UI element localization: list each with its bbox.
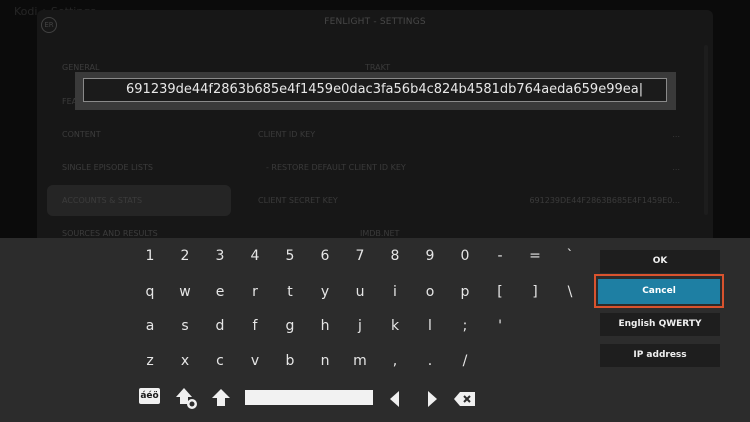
key[interactable]: v — [240, 348, 270, 374]
key[interactable]: x — [170, 348, 200, 374]
cursor-right-key[interactable] — [419, 387, 445, 411]
key[interactable]: m — [345, 348, 375, 374]
key[interactable]: i — [380, 279, 410, 305]
special-chars-icon: áéö — [139, 388, 160, 404]
special-chars-key[interactable]: áéö — [137, 386, 163, 408]
key[interactable]: b — [275, 348, 305, 374]
key[interactable]: k — [380, 313, 410, 339]
key[interactable]: t — [275, 279, 305, 305]
key[interactable]: n — [310, 348, 340, 374]
key[interactable]: d — [205, 313, 235, 339]
dim-overlay — [0, 0, 750, 238]
key[interactable]: . — [415, 348, 445, 374]
input-panel: 691239de44f2863b685e4f1459e0dac3fa56b4c8… — [75, 72, 676, 110]
key[interactable]: ' — [485, 313, 515, 339]
keyboard-input[interactable]: 691239de44f2863b685e4f1459e0dac3fa56b4c8… — [83, 78, 667, 102]
key[interactable]: z — [135, 348, 165, 374]
key[interactable]: h — [310, 313, 340, 339]
key[interactable]: u — [345, 279, 375, 305]
key[interactable]: ` — [555, 243, 585, 269]
ip-address-button[interactable]: IP address — [600, 344, 720, 367]
cancel-button[interactable]: Cancel — [598, 279, 720, 304]
symbols-key[interactable] — [174, 386, 200, 410]
key[interactable]: , — [380, 348, 410, 374]
key[interactable]: 9 — [415, 243, 445, 269]
key[interactable]: r — [240, 279, 270, 305]
key[interactable]: 3 — [205, 243, 235, 269]
key[interactable]: g — [275, 313, 305, 339]
key[interactable]: j — [345, 313, 375, 339]
shift-key[interactable] — [208, 386, 234, 410]
arrow-left-icon — [390, 391, 399, 407]
shift-arrow-icon — [212, 389, 230, 406]
key[interactable]: p — [450, 279, 480, 305]
key[interactable]: s — [170, 313, 200, 339]
key[interactable]: 0 — [450, 243, 480, 269]
key[interactable]: o — [415, 279, 445, 305]
layout-button[interactable]: English QWERTY — [600, 313, 720, 336]
key[interactable]: 7 — [345, 243, 375, 269]
key[interactable]: [ — [485, 279, 515, 305]
key[interactable]: 6 — [310, 243, 340, 269]
backspace-icon — [454, 392, 475, 406]
arrow-right-icon — [428, 391, 437, 407]
key[interactable]: 8 — [380, 243, 410, 269]
key[interactable]: \ — [555, 279, 585, 305]
key[interactable]: w — [170, 279, 200, 305]
symbols-shift-icon — [176, 388, 197, 409]
key[interactable]: 1 — [135, 243, 165, 269]
ok-button[interactable]: OK — [600, 250, 720, 273]
key[interactable]: 4 — [240, 243, 270, 269]
key[interactable]: y — [310, 279, 340, 305]
backspace-key[interactable] — [452, 387, 478, 411]
key[interactable]: f — [240, 313, 270, 339]
key[interactable]: ] — [520, 279, 550, 305]
key[interactable]: e — [205, 279, 235, 305]
key[interactable]: - — [485, 243, 515, 269]
key[interactable]: c — [205, 348, 235, 374]
key[interactable]: a — [135, 313, 165, 339]
key[interactable]: l — [415, 313, 445, 339]
key[interactable]: q — [135, 279, 165, 305]
key[interactable]: / — [450, 348, 480, 374]
key[interactable]: ; — [450, 313, 480, 339]
space-key[interactable] — [245, 390, 373, 405]
key[interactable]: 5 — [275, 243, 305, 269]
key[interactable]: = — [520, 243, 550, 269]
key[interactable]: 2 — [170, 243, 200, 269]
cursor-left-key[interactable] — [383, 387, 409, 411]
